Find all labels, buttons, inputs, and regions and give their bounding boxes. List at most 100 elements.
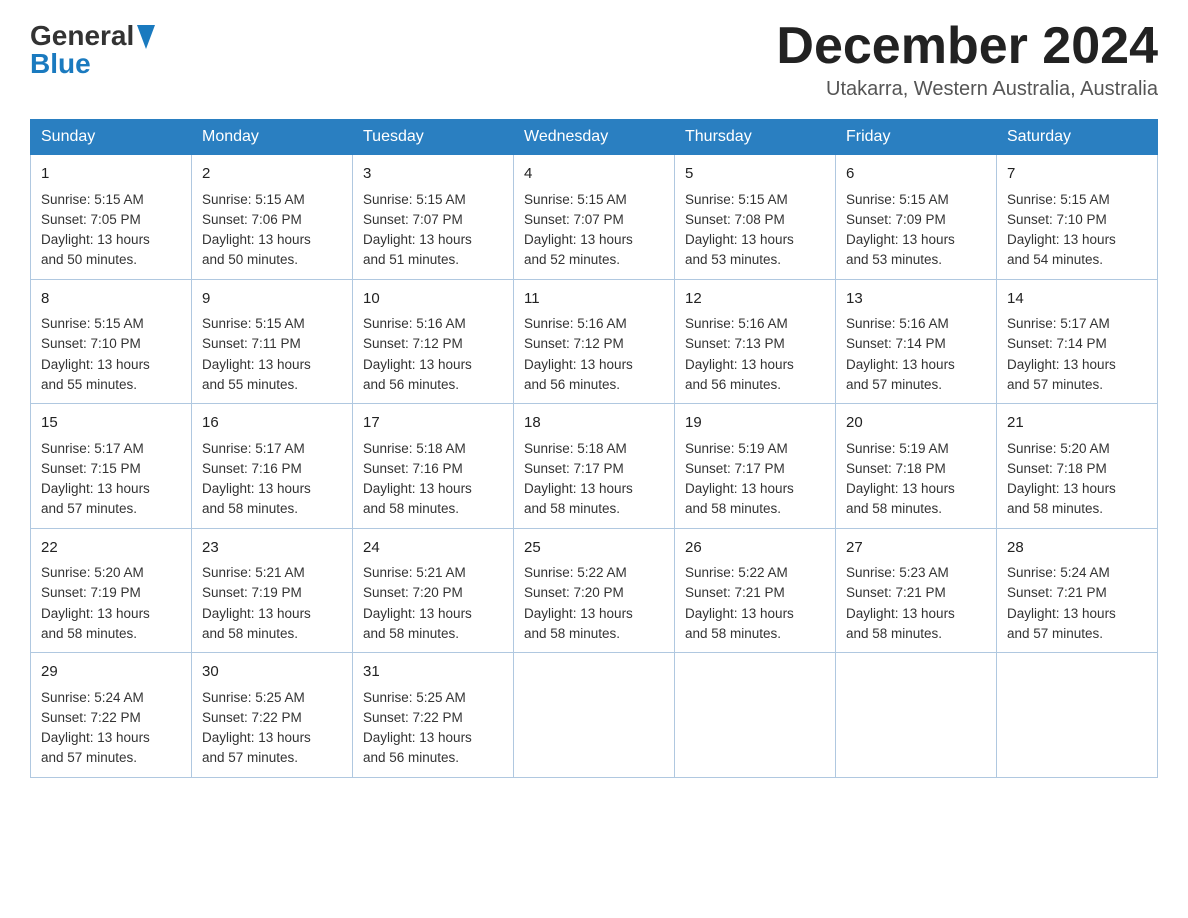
sunset-label: Sunset: 7:22 PM: [363, 710, 463, 725]
logo: General Blue: [30, 20, 155, 80]
sunrise-label: Sunrise: 5:20 AM: [1007, 441, 1110, 456]
daylight-label: Daylight: 13 hoursand 57 minutes.: [1007, 357, 1116, 392]
day-number: 11: [524, 288, 664, 311]
calendar-week-row: 22 Sunrise: 5:20 AM Sunset: 7:19 PM Dayl…: [31, 528, 1158, 653]
calendar-cell: 6 Sunrise: 5:15 AM Sunset: 7:09 PM Dayli…: [836, 155, 997, 280]
logo-blue-text: Blue: [30, 48, 91, 80]
sunrise-label: Sunrise: 5:15 AM: [41, 316, 144, 331]
sunrise-label: Sunrise: 5:15 AM: [363, 192, 466, 207]
calendar-cell: 30 Sunrise: 5:25 AM Sunset: 7:22 PM Dayl…: [192, 653, 353, 778]
calendar-cell: 14 Sunrise: 5:17 AM Sunset: 7:14 PM Dayl…: [997, 279, 1158, 404]
calendar-cell: 1 Sunrise: 5:15 AM Sunset: 7:05 PM Dayli…: [31, 155, 192, 280]
calendar-week-row: 29 Sunrise: 5:24 AM Sunset: 7:22 PM Dayl…: [31, 653, 1158, 778]
sunrise-label: Sunrise: 5:17 AM: [1007, 316, 1110, 331]
col-wednesday: Wednesday: [514, 120, 675, 155]
calendar-cell: 26 Sunrise: 5:22 AM Sunset: 7:21 PM Dayl…: [675, 528, 836, 653]
sunrise-label: Sunrise: 5:21 AM: [363, 565, 466, 580]
daylight-label: Daylight: 13 hoursand 51 minutes.: [363, 232, 472, 267]
daylight-label: Daylight: 13 hoursand 57 minutes.: [1007, 606, 1116, 641]
sunset-label: Sunset: 7:10 PM: [1007, 212, 1107, 227]
daylight-label: Daylight: 13 hoursand 55 minutes.: [41, 357, 150, 392]
calendar-cell: 12 Sunrise: 5:16 AM Sunset: 7:13 PM Dayl…: [675, 279, 836, 404]
sunset-label: Sunset: 7:08 PM: [685, 212, 785, 227]
calendar-cell: 8 Sunrise: 5:15 AM Sunset: 7:10 PM Dayli…: [31, 279, 192, 404]
sunrise-label: Sunrise: 5:19 AM: [685, 441, 788, 456]
day-number: 4: [524, 163, 664, 186]
day-number: 8: [41, 288, 181, 311]
calendar-cell: 24 Sunrise: 5:21 AM Sunset: 7:20 PM Dayl…: [353, 528, 514, 653]
day-number: 26: [685, 537, 825, 560]
sunset-label: Sunset: 7:07 PM: [524, 212, 624, 227]
daylight-label: Daylight: 13 hoursand 53 minutes.: [846, 232, 955, 267]
calendar-cell: [836, 653, 997, 778]
calendar-cell: 15 Sunrise: 5:17 AM Sunset: 7:15 PM Dayl…: [31, 404, 192, 529]
day-number: 13: [846, 288, 986, 311]
daylight-label: Daylight: 13 hoursand 58 minutes.: [202, 606, 311, 641]
calendar-cell: 19 Sunrise: 5:19 AM Sunset: 7:17 PM Dayl…: [675, 404, 836, 529]
daylight-label: Daylight: 13 hoursand 58 minutes.: [685, 481, 794, 516]
day-number: 9: [202, 288, 342, 311]
calendar-cell: 31 Sunrise: 5:25 AM Sunset: 7:22 PM Dayl…: [353, 653, 514, 778]
sunset-label: Sunset: 7:19 PM: [41, 585, 141, 600]
day-number: 1: [41, 163, 181, 186]
daylight-label: Daylight: 13 hoursand 54 minutes.: [1007, 232, 1116, 267]
day-number: 16: [202, 412, 342, 435]
day-number: 14: [1007, 288, 1147, 311]
calendar-header-row: Sunday Monday Tuesday Wednesday Thursday…: [31, 120, 1158, 155]
sunset-label: Sunset: 7:19 PM: [202, 585, 302, 600]
sunrise-label: Sunrise: 5:16 AM: [524, 316, 627, 331]
calendar-week-row: 15 Sunrise: 5:17 AM Sunset: 7:15 PM Dayl…: [31, 404, 1158, 529]
sunset-label: Sunset: 7:15 PM: [41, 461, 141, 476]
col-friday: Friday: [836, 120, 997, 155]
calendar-cell: 2 Sunrise: 5:15 AM Sunset: 7:06 PM Dayli…: [192, 155, 353, 280]
calendar-table: Sunday Monday Tuesday Wednesday Thursday…: [30, 119, 1158, 778]
daylight-label: Daylight: 13 hoursand 52 minutes.: [524, 232, 633, 267]
calendar-cell: 27 Sunrise: 5:23 AM Sunset: 7:21 PM Dayl…: [836, 528, 997, 653]
calendar-cell: 11 Sunrise: 5:16 AM Sunset: 7:12 PM Dayl…: [514, 279, 675, 404]
sunset-label: Sunset: 7:22 PM: [41, 710, 141, 725]
daylight-label: Daylight: 13 hoursand 56 minutes.: [363, 357, 472, 392]
sunrise-label: Sunrise: 5:25 AM: [202, 690, 305, 705]
calendar-week-row: 8 Sunrise: 5:15 AM Sunset: 7:10 PM Dayli…: [31, 279, 1158, 404]
sunrise-label: Sunrise: 5:23 AM: [846, 565, 949, 580]
day-number: 24: [363, 537, 503, 560]
sunset-label: Sunset: 7:22 PM: [202, 710, 302, 725]
sunrise-label: Sunrise: 5:19 AM: [846, 441, 949, 456]
day-number: 21: [1007, 412, 1147, 435]
daylight-label: Daylight: 13 hoursand 58 minutes.: [363, 481, 472, 516]
calendar-cell: [997, 653, 1158, 778]
day-number: 5: [685, 163, 825, 186]
title-area: December 2024 Utakarra, Western Australi…: [776, 20, 1158, 101]
sunrise-label: Sunrise: 5:15 AM: [524, 192, 627, 207]
calendar-cell: 28 Sunrise: 5:24 AM Sunset: 7:21 PM Dayl…: [997, 528, 1158, 653]
sunrise-label: Sunrise: 5:18 AM: [363, 441, 466, 456]
calendar-cell: [675, 653, 836, 778]
sunset-label: Sunset: 7:10 PM: [41, 336, 141, 351]
day-number: 28: [1007, 537, 1147, 560]
sunrise-label: Sunrise: 5:15 AM: [846, 192, 949, 207]
sunset-label: Sunset: 7:16 PM: [202, 461, 302, 476]
daylight-label: Daylight: 13 hoursand 57 minutes.: [846, 357, 955, 392]
day-number: 2: [202, 163, 342, 186]
daylight-label: Daylight: 13 hoursand 55 minutes.: [202, 357, 311, 392]
daylight-label: Daylight: 13 hoursand 56 minutes.: [524, 357, 633, 392]
calendar-cell: 7 Sunrise: 5:15 AM Sunset: 7:10 PM Dayli…: [997, 155, 1158, 280]
day-number: 20: [846, 412, 986, 435]
daylight-label: Daylight: 13 hoursand 58 minutes.: [524, 481, 633, 516]
sunset-label: Sunset: 7:06 PM: [202, 212, 302, 227]
sunset-label: Sunset: 7:05 PM: [41, 212, 141, 227]
day-number: 15: [41, 412, 181, 435]
sunrise-label: Sunrise: 5:21 AM: [202, 565, 305, 580]
sunrise-label: Sunrise: 5:15 AM: [202, 192, 305, 207]
day-number: 25: [524, 537, 664, 560]
sunrise-label: Sunrise: 5:22 AM: [524, 565, 627, 580]
daylight-label: Daylight: 13 hoursand 58 minutes.: [41, 606, 150, 641]
day-number: 6: [846, 163, 986, 186]
day-number: 10: [363, 288, 503, 311]
calendar-cell: 22 Sunrise: 5:20 AM Sunset: 7:19 PM Dayl…: [31, 528, 192, 653]
calendar-cell: 17 Sunrise: 5:18 AM Sunset: 7:16 PM Dayl…: [353, 404, 514, 529]
sunset-label: Sunset: 7:18 PM: [1007, 461, 1107, 476]
col-monday: Monday: [192, 120, 353, 155]
sunrise-label: Sunrise: 5:16 AM: [846, 316, 949, 331]
sunset-label: Sunset: 7:12 PM: [363, 336, 463, 351]
